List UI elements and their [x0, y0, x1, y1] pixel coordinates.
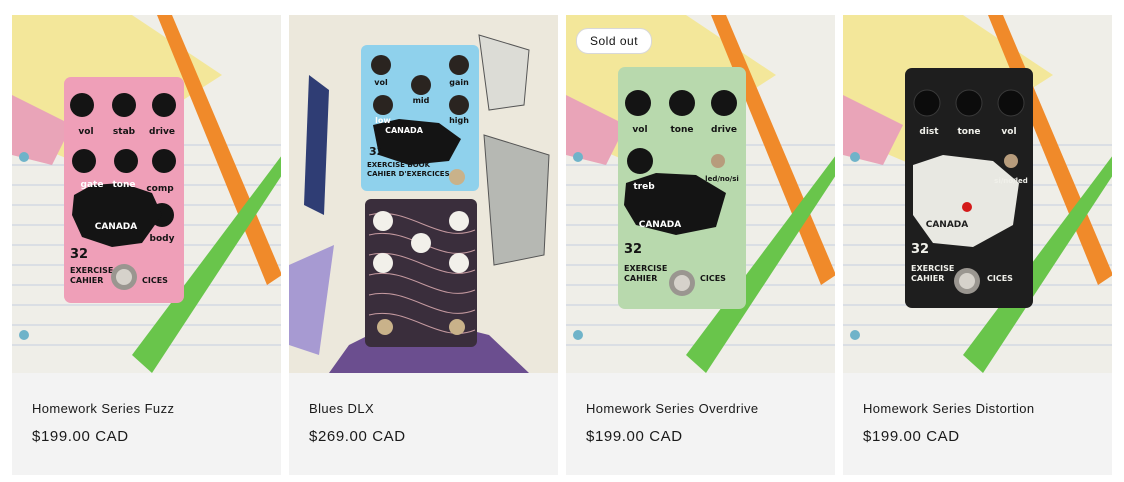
svg-text:high: high [449, 116, 469, 125]
svg-text:CAHIER D'EXERCICES: CAHIER D'EXERCICES [367, 170, 450, 178]
svg-text:gain: gain [449, 78, 469, 87]
product-price: $199.00 CAD [863, 428, 960, 445]
svg-text:32: 32 [369, 145, 384, 158]
svg-text:CAHIER: CAHIER [911, 274, 944, 283]
product-card-fuzz[interactable]: vol stab drive comp body gate tone CANADA 32 … [12, 15, 281, 475]
svg-text:CANADA: CANADA [639, 220, 682, 230]
svg-text:EXERCISE BOOK: EXERCISE BOOK [367, 161, 431, 169]
product-image[interactable]: vol tone drive led/no/si treb CANADA 32 EXE… [566, 15, 835, 373]
svg-text:32: 32 [624, 242, 642, 257]
svg-text:CICES: CICES [142, 276, 168, 285]
svg-text:EXERCISE: EXERCISE [911, 264, 954, 273]
svg-text:tone: tone [113, 180, 136, 190]
svg-text:low: low [375, 116, 391, 125]
svg-text:32: 32 [911, 242, 929, 257]
product-grid: vol stab drive comp body gate tone CANADA 32 … [12, 15, 1112, 475]
svg-text:tone: tone [671, 125, 694, 135]
product-title[interactable]: Homework Series Overdrive [586, 373, 815, 416]
product-card-distortion[interactable]: dist tone vol si/no/led CANADA 32 EXERCISE… [843, 15, 1112, 475]
svg-text:treb: treb [633, 182, 655, 192]
svg-text:mid: mid [413, 96, 430, 105]
svg-text:vol: vol [374, 78, 388, 87]
svg-text:CAHIER: CAHIER [70, 276, 103, 285]
svg-text:dist: dist [919, 127, 939, 137]
fuzz-pedal-photo-icon: vol stab drive compbody gate toneCANADA 32 … [12, 15, 281, 373]
product-info: Blues DLX $269.00 CAD [289, 373, 558, 475]
svg-text:vol: vol [632, 125, 647, 135]
product-title[interactable]: Blues DLX [309, 373, 538, 416]
svg-text:drive: drive [711, 125, 737, 135]
svg-text:CICES: CICES [987, 274, 1013, 283]
svg-text:CANADA: CANADA [95, 222, 138, 232]
product-image[interactable]: vol mid gain high low CANADA 32 EXERCISE BO… [289, 15, 558, 373]
svg-text:tone: tone [958, 127, 981, 137]
svg-text:led/no/si: led/no/si [705, 175, 739, 183]
svg-text:EXERCISE: EXERCISE [70, 266, 113, 275]
svg-text:CANADA: CANADA [926, 220, 969, 230]
overdrive-pedal-photo-icon: vol tone drive led/no/si treb CANADA 32 EXE… [566, 15, 835, 373]
svg-text:32: 32 [70, 247, 88, 262]
svg-text:CAHIER: CAHIER [624, 274, 657, 283]
svg-text:CICES: CICES [700, 274, 726, 283]
product-card-overdrive[interactable]: vol tone drive led/no/si treb CANADA 32 EXE… [566, 15, 835, 475]
svg-text:si/no/led: si/no/led [994, 177, 1028, 185]
svg-text:gate: gate [81, 180, 104, 190]
svg-text:vol: vol [1001, 127, 1016, 137]
product-price: $269.00 CAD [309, 428, 406, 445]
product-info: Homework Series Overdrive $199.00 CAD [566, 373, 835, 475]
svg-text:body: body [150, 234, 175, 244]
product-title[interactable]: Homework Series Distortion [863, 373, 1092, 416]
product-info: Homework Series Distortion $199.00 CAD [843, 373, 1112, 475]
svg-text:stab: stab [113, 127, 136, 137]
svg-text:drive: drive [149, 127, 175, 137]
sold-out-badge: Sold out [576, 28, 653, 54]
svg-text:EXERCISE: EXERCISE [624, 264, 667, 273]
product-title[interactable]: Homework Series Fuzz [32, 373, 261, 416]
product-image[interactable]: dist tone vol si/no/led CANADA 32 EXERCISE… [843, 15, 1112, 373]
product-price: $199.00 CAD [586, 428, 683, 445]
product-info: Homework Series Fuzz $199.00 CAD [12, 373, 281, 475]
svg-text:vol: vol [78, 127, 93, 137]
svg-text:comp: comp [146, 184, 174, 194]
product-price: $199.00 CAD [32, 428, 129, 445]
svg-text:CANADA: CANADA [385, 126, 424, 135]
product-card-blues-dlx[interactable]: vol mid gain high low CANADA 32 EXERCISE BO… [289, 15, 558, 475]
product-image[interactable]: vol stab drive comp body gate tone CANADA 32 … [12, 15, 281, 373]
distortion-pedal-photo-icon: dist tone vol si/no/led CANADA 32 EXERCISE… [843, 15, 1112, 373]
blues-dlx-pedal-photo-icon: vol mid gain high lowCANADA 32 EXERCISE BO… [289, 15, 558, 373]
